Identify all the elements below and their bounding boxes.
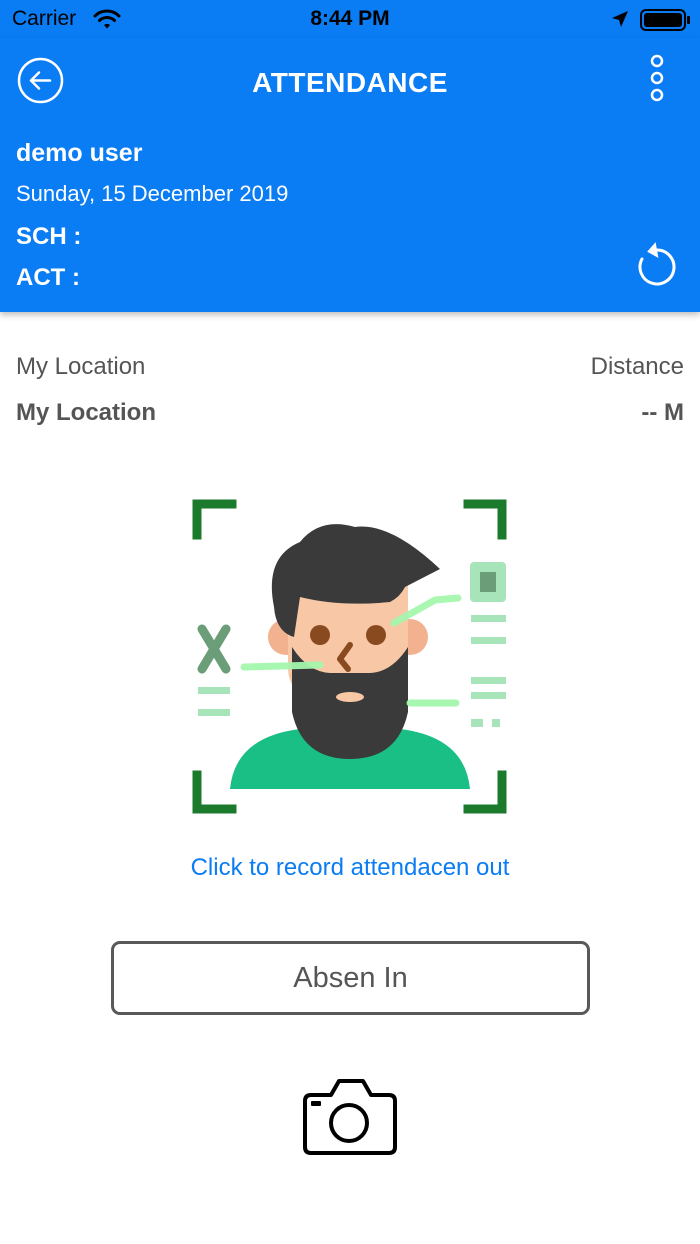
record-attendance-link[interactable]: Click to record attendacen out	[0, 854, 700, 882]
more-vertical-icon	[650, 54, 664, 102]
more-options-button[interactable]	[644, 53, 670, 103]
attendance-header: ATTENDANCE demo user Sunday, 15 December…	[0, 38, 700, 312]
user-name: demo user	[16, 139, 143, 167]
left-scan-marks	[197, 624, 231, 716]
location-value: My Location	[16, 399, 157, 426]
location-arrow-icon	[610, 9, 630, 34]
face-scan-illustration	[190, 497, 510, 817]
absen-in-button[interactable]: Absen In	[111, 941, 590, 1015]
status-time: 8:44 PM	[310, 7, 390, 30]
right-scan-marks	[470, 562, 506, 727]
refresh-icon	[638, 242, 676, 286]
distance-label: Distance	[590, 353, 684, 380]
camera-button[interactable]	[301, 1077, 399, 1157]
refresh-button[interactable]	[634, 238, 680, 288]
distance-value: -- M	[641, 399, 684, 426]
location-label: My Location	[16, 353, 146, 380]
status-bar: Carrier 8:44 PM	[0, 0, 700, 38]
camera-icon	[303, 1079, 397, 1155]
actual-label: ACT :	[16, 264, 80, 291]
page-title: ATTENDANCE	[252, 67, 448, 98]
battery-icon	[640, 9, 692, 36]
current-date: Sunday, 15 December 2019	[16, 181, 289, 206]
schedule-label: SCH :	[16, 223, 82, 250]
